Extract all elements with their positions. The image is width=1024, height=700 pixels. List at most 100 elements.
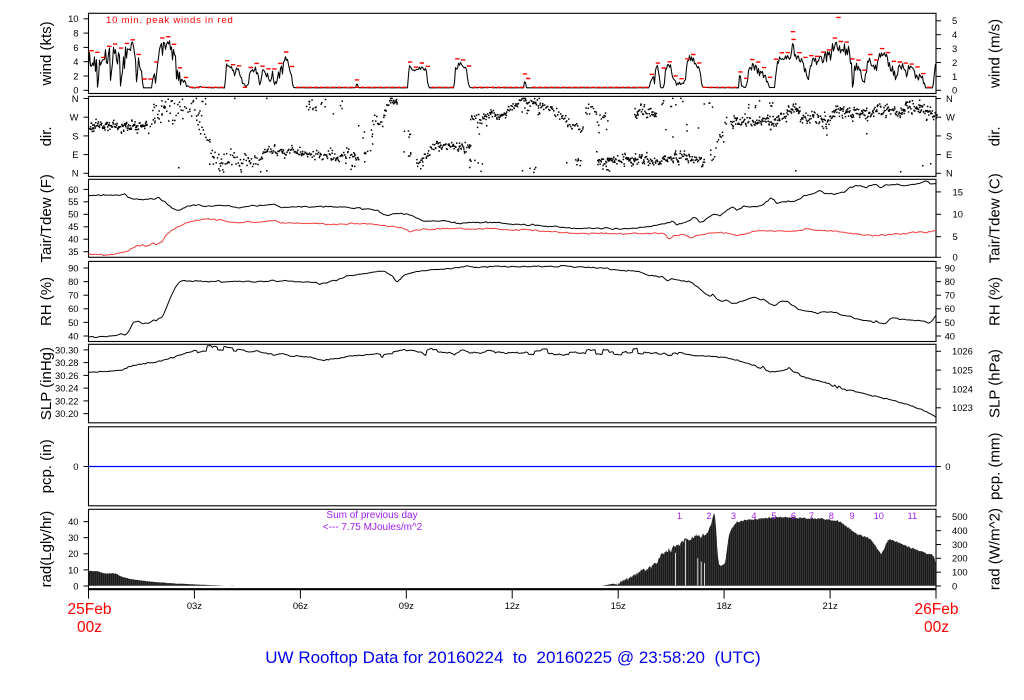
svg-text:0: 0 (952, 85, 957, 96)
svg-text:300: 300 (952, 539, 968, 550)
svg-text:90: 90 (945, 262, 955, 273)
svg-text:10: 10 (874, 511, 884, 521)
svg-text:40: 40 (945, 330, 955, 341)
svg-text:N: N (72, 93, 79, 104)
svg-text:03z: 03z (187, 600, 202, 611)
svg-text:8: 8 (73, 28, 78, 39)
svg-text:RH (%): RH (%) (38, 277, 55, 326)
svg-text:45: 45 (68, 221, 78, 232)
svg-text:00z: 00z (77, 619, 102, 636)
svg-text:SLP (inHg): SLP (inHg) (38, 347, 55, 420)
svg-text:30.30: 30.30 (55, 344, 78, 355)
svg-text:pcp. (mm): pcp. (mm) (987, 433, 1004, 501)
svg-text:30.26: 30.26 (55, 370, 78, 381)
svg-text:1026: 1026 (952, 346, 973, 357)
svg-text:1023: 1023 (952, 402, 973, 413)
svg-text:SLP (hPa): SLP (hPa) (987, 349, 1004, 418)
svg-text:0: 0 (952, 580, 957, 591)
svg-text:N: N (946, 93, 953, 104)
svg-text:2: 2 (952, 57, 957, 68)
svg-text:3: 3 (952, 43, 957, 54)
svg-text:10: 10 (68, 564, 78, 575)
svg-text:6: 6 (791, 511, 796, 521)
svg-text:09z: 09z (399, 600, 414, 611)
svg-text:W: W (946, 112, 955, 123)
svg-text:500: 500 (952, 511, 968, 522)
svg-text:Tair/Tdew (C): Tair/Tdew (C) (987, 173, 1004, 263)
svg-text:1024: 1024 (952, 383, 973, 394)
svg-text:dir.: dir. (38, 126, 55, 146)
svg-text:70: 70 (945, 290, 955, 301)
svg-text:8: 8 (829, 511, 834, 521)
svg-text:21z: 21z (823, 600, 838, 611)
svg-text:10 min. peak winds in red: 10 min. peak winds in red (106, 15, 234, 26)
svg-text:25Feb: 25Feb (68, 601, 112, 618)
svg-text:E: E (72, 149, 78, 160)
svg-text:30.20: 30.20 (55, 408, 78, 419)
svg-text:10: 10 (68, 13, 78, 24)
svg-text:5: 5 (771, 511, 776, 521)
svg-text:Tair/Tdew (F): Tair/Tdew (F) (38, 174, 55, 262)
svg-text:1: 1 (952, 71, 957, 82)
svg-text:06z: 06z (293, 600, 308, 611)
svg-text:35: 35 (68, 246, 78, 257)
svg-text:S: S (946, 130, 952, 141)
svg-text:4: 4 (751, 511, 756, 521)
svg-text:20: 20 (68, 548, 78, 559)
svg-text:90: 90 (68, 262, 78, 273)
svg-text:wind (m/s): wind (m/s) (987, 19, 1004, 89)
svg-text:60: 60 (945, 303, 955, 314)
svg-text:N: N (946, 168, 953, 179)
svg-text:4: 4 (73, 56, 78, 67)
svg-text:2: 2 (706, 511, 711, 521)
svg-text:N: N (72, 168, 79, 179)
svg-text:10: 10 (953, 209, 963, 220)
svg-text:0: 0 (945, 461, 950, 472)
svg-text:E: E (946, 149, 952, 160)
svg-text:0: 0 (73, 461, 78, 472)
svg-text:5: 5 (952, 15, 957, 26)
svg-text:50: 50 (68, 317, 78, 328)
svg-text:30.28: 30.28 (55, 357, 78, 368)
svg-text:15: 15 (953, 186, 963, 197)
svg-text:1025: 1025 (952, 365, 973, 376)
svg-text:6: 6 (73, 42, 78, 53)
svg-text:40: 40 (68, 234, 78, 245)
svg-text:60: 60 (68, 184, 78, 195)
svg-text:wind (kts): wind (kts) (38, 21, 55, 86)
svg-text:200: 200 (952, 553, 968, 564)
svg-text:80: 80 (68, 276, 78, 287)
svg-text:15z: 15z (611, 600, 626, 611)
svg-text:40: 40 (68, 516, 78, 527)
svg-text:<--- 7.75 MJoules/m^2: <--- 7.75 MJoules/m^2 (323, 522, 423, 533)
svg-text:50: 50 (68, 209, 78, 220)
svg-text:UW Rooftop Data for 20160224: UW Rooftop Data for 20160224 to 20160225… (265, 648, 760, 667)
svg-text:2: 2 (73, 70, 78, 81)
svg-text:0: 0 (953, 252, 958, 263)
svg-text:0: 0 (73, 580, 78, 591)
svg-text:3: 3 (731, 511, 736, 521)
svg-text:30: 30 (68, 532, 78, 543)
svg-text:rad (W/m^2): rad (W/m^2) (987, 508, 1004, 590)
svg-text:00z: 00z (924, 619, 949, 636)
svg-text:18z: 18z (717, 600, 732, 611)
svg-text:pcp. (in): pcp. (in) (38, 439, 55, 493)
svg-text:S: S (72, 130, 78, 141)
svg-text:70: 70 (68, 290, 78, 301)
svg-text:12z: 12z (505, 600, 520, 611)
svg-text:5: 5 (953, 231, 958, 242)
svg-text:30.24: 30.24 (55, 383, 78, 394)
svg-text:80: 80 (945, 276, 955, 287)
svg-text:1: 1 (677, 511, 682, 521)
svg-text:9: 9 (850, 511, 855, 521)
svg-text:100: 100 (952, 567, 968, 578)
svg-text:rad(Lgly/hr): rad(Lgly/hr) (38, 511, 55, 588)
svg-text:11: 11 (907, 511, 917, 521)
svg-text:400: 400 (952, 525, 968, 536)
svg-text:30.22: 30.22 (55, 395, 78, 406)
svg-text:40: 40 (68, 330, 78, 341)
svg-text:dir.: dir. (987, 126, 1004, 146)
svg-text:4: 4 (952, 29, 957, 40)
svg-text:55: 55 (68, 196, 78, 207)
svg-text:W: W (70, 112, 79, 123)
